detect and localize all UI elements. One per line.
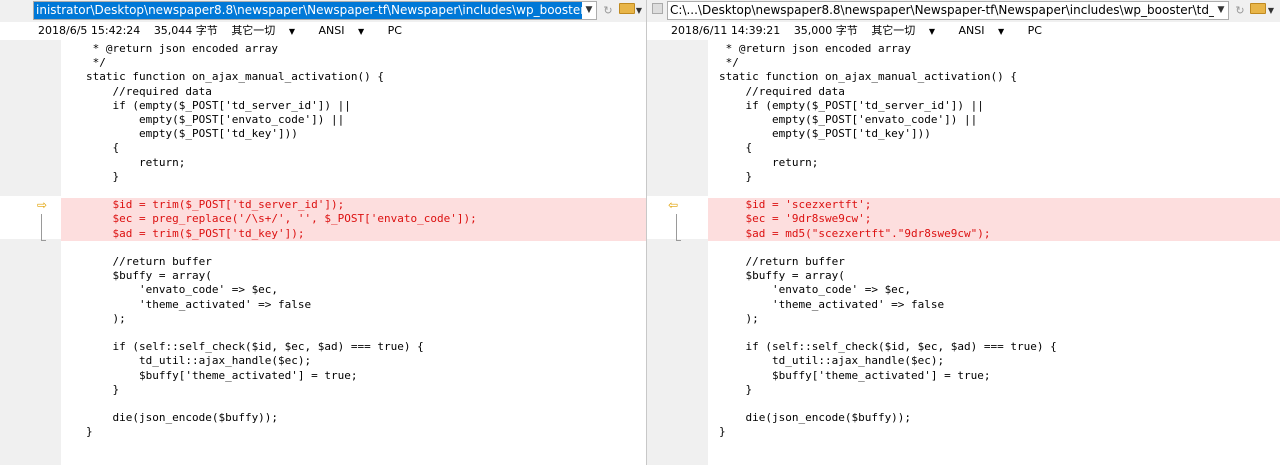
code-line[interactable]: //required data (708, 85, 1280, 99)
code-line[interactable]: td_util::ajax_handle($ec); (61, 354, 646, 368)
left-file-info: 2018/6/5 15:42:24 35,044 字节 其它一切 ▼ ANSI … (0, 22, 646, 40)
charset-option[interactable]: ANSI ▼ (958, 24, 1014, 37)
code-line[interactable]: if (self::self_check($id, $ec, $ad) === … (61, 340, 646, 354)
right-path-toolbar: C:\...\Desktop\newspaper8.8\newspaper\Ne… (647, 0, 1280, 22)
code-line[interactable]: 'theme_activated' => false (61, 298, 646, 312)
file-timestamp: 2018/6/5 15:42:24 (38, 24, 141, 37)
right-code-view[interactable]: * @return json encoded array */static fu… (708, 40, 1280, 465)
code-line[interactable] (61, 184, 646, 198)
code-line[interactable]: empty($_POST['envato_code']) || (708, 113, 1280, 127)
code-line[interactable]: //return buffer (708, 255, 1280, 269)
charset-option[interactable]: ANSI ▼ (318, 24, 374, 37)
diff-bracket (41, 214, 46, 241)
left-path-combobox[interactable]: inistrator\Desktop\newspaper8.8\newspape… (33, 1, 597, 20)
chevron-down-icon[interactable]: ▼ (1267, 3, 1275, 19)
code-line[interactable]: empty($_POST['envato_code']) || (61, 113, 646, 127)
code-line[interactable]: //return buffer (61, 255, 646, 269)
code-line[interactable]: if (self::self_check($id, $ec, $ad) === … (708, 340, 1280, 354)
diff-bracket (676, 214, 681, 241)
left-code-view[interactable]: * @return json encoded array */static fu… (61, 40, 646, 465)
left-path-toolbar: inistrator\Desktop\newspaper8.8\newspape… (0, 0, 646, 22)
chevron-down-icon[interactable]: ▼ (1214, 2, 1228, 19)
chevron-down-icon[interactable]: ▼ (635, 3, 643, 19)
code-line[interactable]: * @return json encoded array (61, 42, 646, 56)
code-line[interactable]: return; (61, 156, 646, 170)
left-gutter-diff (0, 196, 61, 239)
code-line[interactable]: ); (61, 312, 646, 326)
code-line[interactable]: $ad = trim($_POST['td_key']); (61, 226, 646, 241)
code-line[interactable]: 'envato_code' => $ec, (708, 283, 1280, 297)
code-line[interactable] (708, 184, 1280, 198)
code-line[interactable]: 'theme_activated' => false (708, 298, 1280, 312)
left-gutter: ⇨ (0, 40, 61, 465)
code-line[interactable] (708, 326, 1280, 340)
code-line[interactable]: } (61, 383, 646, 397)
line-ending: PC (1027, 24, 1042, 37)
code-line[interactable]: $id = 'scezxertft'; (708, 198, 1280, 213)
file-size: 35,044 字节 (153, 24, 218, 37)
save-icon[interactable] (652, 3, 663, 14)
code-line[interactable]: empty($_POST['td_key'])) (61, 127, 646, 141)
code-line[interactable]: empty($_POST['td_key'])) (708, 127, 1280, 141)
right-path-combobox[interactable]: C:\...\Desktop\newspaper8.8\newspaper\Ne… (667, 1, 1229, 20)
code-line[interactable]: { (61, 141, 646, 155)
code-line[interactable] (61, 397, 646, 411)
code-line[interactable]: */ (708, 56, 1280, 70)
code-line[interactable]: * @return json encoded array (708, 42, 1280, 56)
code-line[interactable] (61, 326, 646, 340)
left-file-pane: inistrator\Desktop\newspaper8.8\newspape… (0, 0, 646, 465)
code-line[interactable]: if (empty($_POST['td_server_id']) || (61, 99, 646, 113)
code-line[interactable]: } (708, 425, 1280, 439)
code-line[interactable] (61, 241, 646, 255)
code-line[interactable]: $ec = preg_replace('/\s+/', '', $_POST['… (61, 212, 646, 227)
code-line[interactable]: //required data (61, 85, 646, 99)
code-line[interactable]: $ad = md5("scezxertft"."9dr8swe9cw"); (708, 226, 1280, 241)
arrow-right-icon[interactable]: ⇨ (37, 198, 47, 212)
code-line[interactable]: $buffy['theme_activated'] = true; (708, 369, 1280, 383)
file-size: 35,000 字节 (793, 24, 858, 37)
code-line[interactable]: { (708, 141, 1280, 155)
code-line[interactable]: $buffy = array( (61, 269, 646, 283)
code-line[interactable]: } (708, 170, 1280, 184)
code-line[interactable]: return; (708, 156, 1280, 170)
code-line[interactable] (708, 241, 1280, 255)
code-line[interactable]: $buffy['theme_activated'] = true; (61, 369, 646, 383)
left-path-input[interactable]: inistrator\Desktop\newspaper8.8\newspape… (34, 2, 596, 19)
code-line[interactable]: static function on_ajax_manual_activatio… (708, 70, 1280, 84)
code-line[interactable]: static function on_ajax_manual_activatio… (61, 70, 646, 84)
code-line[interactable] (708, 397, 1280, 411)
file-timestamp: 2018/6/11 14:39:21 (671, 24, 781, 37)
refresh-icon[interactable]: ↻ (1233, 3, 1247, 19)
right-file-info: 2018/6/11 14:39:21 35,000 字节 其它一切 ▼ ANSI… (647, 22, 1280, 40)
code-line[interactable]: } (61, 425, 646, 439)
code-line[interactable]: if (empty($_POST['td_server_id']) || (708, 99, 1280, 113)
right-gutter: ⇦ (647, 40, 708, 465)
line-ending: PC (387, 24, 402, 37)
code-line[interactable]: $ec = '9dr8swe9cw'; (708, 212, 1280, 227)
code-line[interactable]: die(json_encode($buffy)); (708, 411, 1280, 425)
code-line[interactable]: } (708, 383, 1280, 397)
right-path-input[interactable]: C:\...\Desktop\newspaper8.8\newspaper\Ne… (668, 2, 1228, 19)
arrow-left-icon[interactable]: ⇦ (668, 198, 678, 212)
code-line[interactable]: */ (61, 56, 646, 70)
code-line[interactable]: die(json_encode($buffy)); (61, 411, 646, 425)
right-file-pane: C:\...\Desktop\newspaper8.8\newspaper\Ne… (647, 0, 1280, 465)
folder-open-icon[interactable] (1250, 3, 1266, 14)
refresh-icon[interactable]: ↻ (601, 3, 615, 19)
code-line[interactable]: td_util::ajax_handle($ec); (708, 354, 1280, 368)
chevron-down-icon[interactable]: ▼ (582, 2, 596, 19)
code-line[interactable]: 'envato_code' => $ec, (61, 283, 646, 297)
encoding-option[interactable]: 其它一切 ▼ (231, 24, 305, 37)
code-line[interactable]: } (61, 170, 646, 184)
folder-open-icon[interactable] (619, 3, 635, 14)
code-line[interactable]: $buffy = array( (708, 269, 1280, 283)
encoding-option[interactable]: 其它一切 ▼ (871, 24, 945, 37)
code-line[interactable]: ); (708, 312, 1280, 326)
code-line[interactable]: $id = trim($_POST['td_server_id']); (61, 198, 646, 213)
